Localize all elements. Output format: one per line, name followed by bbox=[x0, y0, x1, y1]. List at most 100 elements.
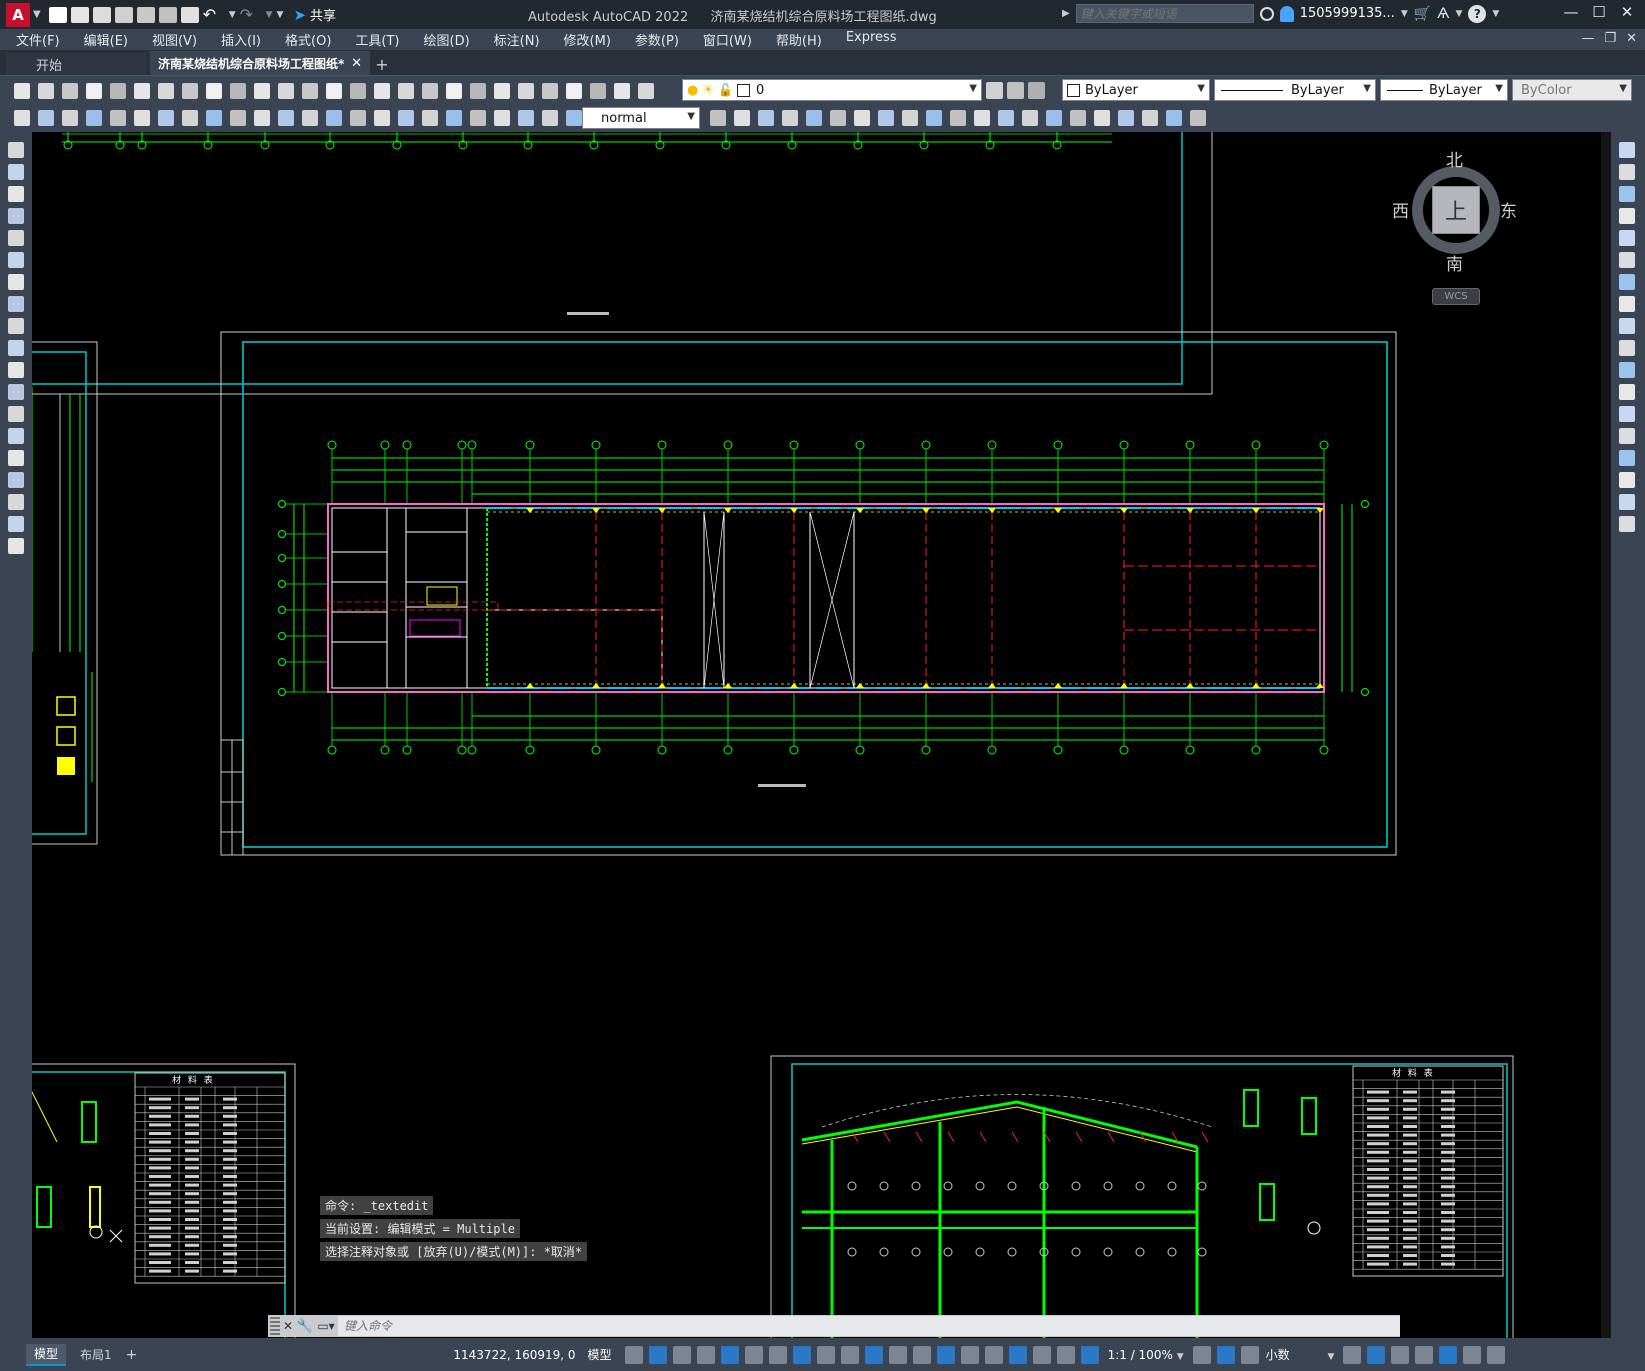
dimension-tool-icon[interactable] bbox=[278, 110, 294, 126]
dimension-tool-icon[interactable] bbox=[854, 110, 870, 126]
standard-tool-icon[interactable] bbox=[590, 83, 606, 99]
standard-tool-icon[interactable] bbox=[302, 83, 318, 99]
dimension-tool-icon[interactable] bbox=[446, 110, 462, 126]
dimension-tool-icon[interactable] bbox=[62, 110, 78, 126]
tab-close-icon[interactable]: ✕ bbox=[351, 56, 362, 71]
search-icon[interactable] bbox=[1259, 6, 1274, 21]
standard-tool-icon[interactable] bbox=[446, 83, 462, 99]
layout-tab-layout1[interactable]: 布局1 bbox=[72, 1345, 120, 1365]
viewcube[interactable]: 上 北 南 西 东 bbox=[1392, 151, 1517, 275]
command-customize-icon[interactable]: 🔧 bbox=[296, 1319, 314, 1334]
modify-tool-icon[interactable] bbox=[1619, 274, 1635, 290]
standard-tool-icon[interactable] bbox=[398, 83, 414, 99]
dimension-tool-icon[interactable] bbox=[1094, 110, 1110, 126]
units-display[interactable]: 小数 ▼ bbox=[1266, 1346, 1335, 1363]
dimension-tool-icon[interactable] bbox=[86, 110, 102, 126]
redo-dropdown-icon[interactable]: ▼ bbox=[266, 10, 273, 20]
standard-tool-icon[interactable] bbox=[254, 83, 270, 99]
dimension-tool-icon[interactable] bbox=[830, 110, 846, 126]
close-icon[interactable]: ✕ bbox=[1613, 3, 1641, 21]
menu-item-12[interactable]: Express bbox=[834, 30, 909, 49]
standard-tool-icon[interactable] bbox=[374, 83, 390, 99]
standard-tool-icon[interactable] bbox=[110, 83, 126, 99]
status-toggle-icon[interactable] bbox=[888, 1345, 907, 1364]
draw-tool-icon[interactable] bbox=[8, 164, 24, 180]
standard-tool-icon[interactable] bbox=[566, 83, 582, 99]
status-end-toggle-icon[interactable] bbox=[1463, 1345, 1482, 1364]
search-input[interactable] bbox=[1075, 4, 1254, 23]
standard-tool-icon[interactable] bbox=[422, 83, 438, 99]
dimension-tool-icon[interactable] bbox=[806, 110, 822, 126]
layout-tab-model[interactable]: 模型 bbox=[26, 1343, 67, 1366]
modify-tool-icon[interactable] bbox=[1619, 252, 1635, 268]
dimension-tool-icon[interactable] bbox=[782, 110, 798, 126]
viewcube-face-top[interactable]: 上 bbox=[1432, 186, 1480, 234]
modify-tool-icon[interactable] bbox=[1619, 164, 1635, 180]
draw-tool-icon[interactable] bbox=[8, 142, 24, 158]
status-toggle-icon[interactable] bbox=[696, 1345, 715, 1364]
standard-tool-icon[interactable] bbox=[470, 83, 486, 99]
menu-item-8[interactable]: 修改(M) bbox=[552, 30, 623, 49]
status-toggle-icon[interactable] bbox=[648, 1345, 667, 1364]
status-toggle-icon[interactable] bbox=[744, 1345, 763, 1364]
viewcube-south[interactable]: 南 bbox=[1446, 250, 1463, 275]
doc-restore-icon[interactable]: ❐ bbox=[1604, 31, 1616, 46]
command-input[interactable] bbox=[338, 1316, 1400, 1336]
draw-tool-icon[interactable] bbox=[8, 208, 24, 224]
dimension-tool-icon[interactable] bbox=[254, 110, 270, 126]
modify-tool-icon[interactable] bbox=[1619, 340, 1635, 356]
dimension-tool-icon[interactable] bbox=[374, 110, 390, 126]
save-web-icon[interactable] bbox=[158, 6, 177, 23]
menu-item-7[interactable]: 标注(N) bbox=[482, 30, 552, 49]
status-end-toggle-icon[interactable] bbox=[1415, 1345, 1434, 1364]
standard-tool-icon[interactable] bbox=[134, 83, 150, 99]
plotstyle-dropdown[interactable]: ByColor ▼ bbox=[1512, 79, 1632, 101]
modify-tool-icon[interactable] bbox=[1619, 296, 1635, 312]
status-toggle-icon[interactable] bbox=[840, 1345, 859, 1364]
modify-tool-icon[interactable] bbox=[1619, 516, 1635, 532]
draw-tool-icon[interactable] bbox=[8, 428, 24, 444]
draw-tool-icon[interactable] bbox=[8, 296, 24, 312]
standard-tool-icon[interactable] bbox=[278, 83, 294, 99]
doc-minimize-icon[interactable]: — bbox=[1581, 31, 1594, 46]
coordinates[interactable]: 1143722, 160919, 0 bbox=[453, 1348, 575, 1362]
status-end-toggle-icon[interactable] bbox=[1439, 1345, 1458, 1364]
status-toggle-icon[interactable] bbox=[936, 1345, 955, 1364]
status-toggle-icon[interactable] bbox=[672, 1345, 691, 1364]
status-toggle-icon[interactable] bbox=[1080, 1345, 1099, 1364]
menu-item-6[interactable]: 绘图(D) bbox=[412, 30, 482, 49]
draw-tool-icon[interactable] bbox=[8, 274, 24, 290]
status-toggle-icon[interactable] bbox=[768, 1345, 787, 1364]
model-space-button[interactable]: 模型 bbox=[588, 1346, 612, 1363]
add-layout-button[interactable]: + bbox=[126, 1347, 138, 1363]
help-dropdown-icon[interactable]: ▼ bbox=[1492, 9, 1499, 19]
status-end-toggle-icon[interactable] bbox=[1367, 1345, 1386, 1364]
dimension-tool-icon[interactable] bbox=[398, 110, 414, 126]
modify-tool-icon[interactable] bbox=[1619, 472, 1635, 488]
modify-tool-icon[interactable] bbox=[1619, 406, 1635, 422]
exchange-icon[interactable]: Ѧ bbox=[1437, 6, 1449, 22]
modify-tool-icon[interactable] bbox=[1619, 186, 1635, 202]
modify-tool-icon[interactable] bbox=[1619, 362, 1635, 378]
vertical-scrollbar[interactable] bbox=[1601, 132, 1611, 1338]
dimension-tool-icon[interactable] bbox=[302, 110, 318, 126]
dimension-tool-icon[interactable] bbox=[1046, 110, 1062, 126]
dimension-tool-icon[interactable] bbox=[974, 110, 990, 126]
modify-tool-icon[interactable] bbox=[1619, 494, 1635, 510]
command-grip-icon[interactable] bbox=[270, 1317, 280, 1335]
open-icon[interactable] bbox=[70, 6, 89, 23]
dimension-tool-icon[interactable] bbox=[422, 110, 438, 126]
dimension-tool-icon[interactable] bbox=[566, 110, 582, 126]
lineweight-dropdown[interactable]: ByLayer ▼ bbox=[1380, 79, 1508, 101]
draw-tool-icon[interactable] bbox=[8, 538, 24, 554]
dimension-tool-icon[interactable] bbox=[1142, 110, 1158, 126]
status-toggle-icon[interactable] bbox=[1032, 1345, 1051, 1364]
menu-item-0[interactable]: 文件(F) bbox=[6, 30, 72, 49]
standard-tool-icon[interactable] bbox=[638, 83, 654, 99]
color-dropdown[interactable]: ByLayer ▼ bbox=[1062, 79, 1210, 101]
user-icon[interactable] bbox=[1279, 5, 1294, 22]
open-web-icon[interactable] bbox=[136, 6, 155, 23]
standard-tool-icon[interactable] bbox=[494, 83, 510, 99]
menu-item-1[interactable]: 编辑(E) bbox=[72, 30, 140, 49]
dimension-tool-icon[interactable] bbox=[1022, 110, 1038, 126]
